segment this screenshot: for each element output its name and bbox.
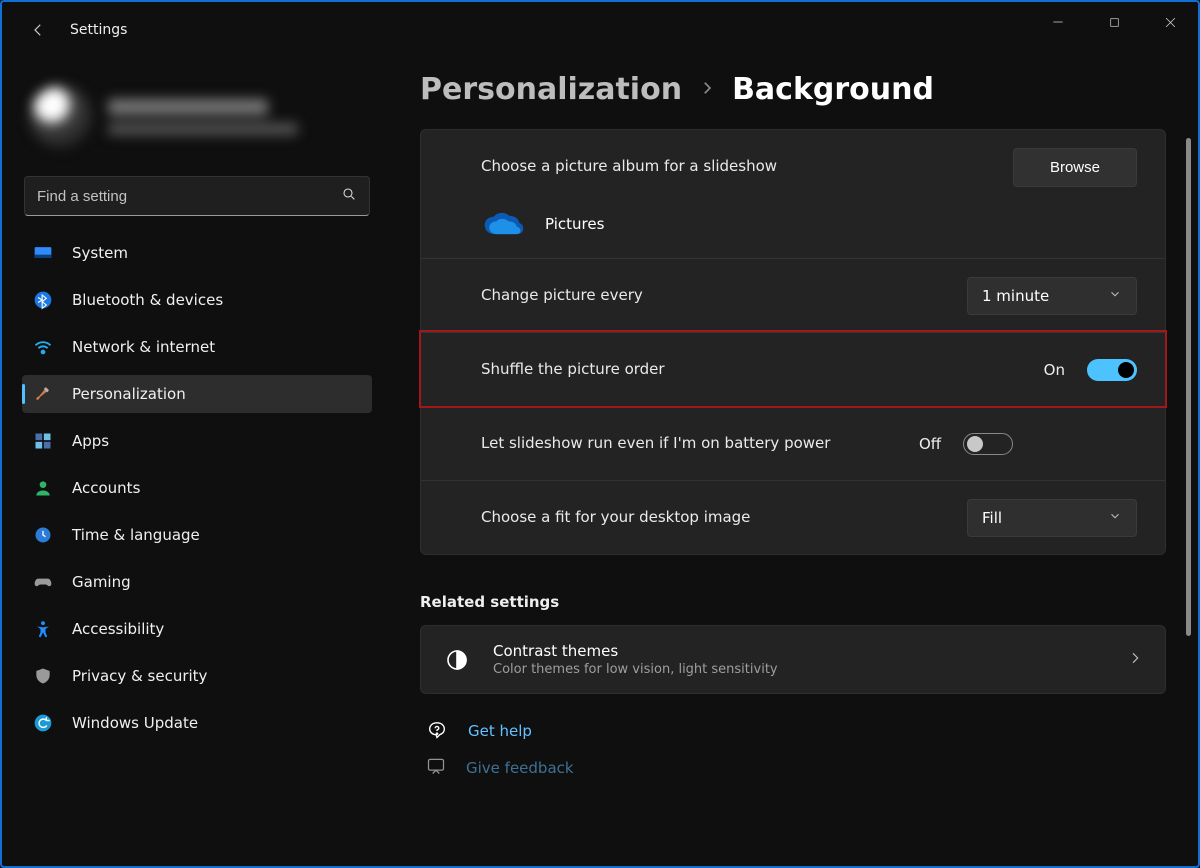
contrast-themes-link[interactable]: Contrast themes Color themes for low vis…: [420, 625, 1166, 694]
get-help-row[interactable]: Get help: [420, 720, 1166, 742]
paintbrush-icon: [32, 383, 54, 405]
feedback-link[interactable]: Give feedback: [466, 759, 574, 777]
row-label: Shuffle the picture order: [481, 359, 1026, 381]
shuffle-row: Shuffle the picture order On: [421, 332, 1165, 406]
sidebar-item-label: Gaming: [72, 573, 131, 591]
profile-email: [108, 123, 298, 135]
bluetooth-icon: [32, 289, 54, 311]
browse-button[interactable]: Browse: [1013, 148, 1137, 187]
search-box[interactable]: [24, 176, 370, 216]
sidebar-item-accessibility[interactable]: Accessibility: [22, 610, 372, 648]
background-settings-panel: Choose a picture album for a slideshow B…: [420, 129, 1166, 555]
give-feedback-row[interactable]: Give feedback: [420, 756, 1166, 780]
related-heading: Related settings: [420, 593, 1166, 611]
close-button[interactable]: [1142, 2, 1198, 42]
select-value: Fill: [982, 509, 1002, 527]
content-area: Personalization Background Choose a pict…: [392, 58, 1184, 866]
sidebar-item-privacy[interactable]: Privacy & security: [22, 657, 372, 695]
profile-name: [108, 99, 268, 115]
link-subtitle: Color themes for low vision, light sensi…: [493, 662, 1105, 677]
accessibility-icon: [32, 618, 54, 640]
back-button[interactable]: [22, 14, 54, 46]
breadcrumb-current: Background: [732, 72, 934, 107]
avatar: [30, 86, 92, 148]
sidebar-item-label: Accessibility: [72, 620, 164, 638]
battery-row: Let slideshow run even if I'm on battery…: [421, 406, 1165, 480]
shield-icon: [32, 665, 54, 687]
sidebar-item-network[interactable]: Network & internet: [22, 328, 372, 366]
scrollbar[interactable]: [1184, 58, 1198, 866]
sidebar: System Bluetooth & devices Network & int…: [2, 58, 392, 866]
help-link[interactable]: Get help: [468, 722, 532, 740]
chevron-right-icon: [698, 79, 716, 101]
sidebar-item-label: Windows Update: [72, 714, 198, 732]
scrollbar-thumb[interactable]: [1186, 138, 1191, 636]
window-title: Settings: [70, 22, 127, 38]
breadcrumb: Personalization Background: [420, 58, 1166, 125]
album-folder-row: Pictures: [421, 204, 1165, 258]
sidebar-item-label: Apps: [72, 432, 109, 450]
link-title: Contrast themes: [493, 642, 1105, 660]
gamepad-icon: [32, 571, 54, 593]
sidebar-item-update[interactable]: Windows Update: [22, 704, 372, 742]
onedrive-icon: [481, 210, 523, 238]
change-interval-row: Change picture every 1 minute: [421, 258, 1165, 332]
shuffle-toggle[interactable]: [1087, 359, 1137, 381]
select-value: 1 minute: [982, 287, 1049, 305]
fit-select[interactable]: Fill: [967, 499, 1137, 537]
interval-select[interactable]: 1 minute: [967, 277, 1137, 315]
row-label: Choose a picture album for a slideshow: [481, 156, 995, 178]
apps-icon: [32, 430, 54, 452]
sidebar-item-accounts[interactable]: Accounts: [22, 469, 372, 507]
sidebar-item-system[interactable]: System: [22, 234, 372, 272]
sidebar-item-label: Accounts: [72, 479, 140, 497]
sidebar-item-label: Time & language: [72, 526, 200, 544]
help-icon: [426, 720, 448, 742]
row-label: Change picture every: [481, 285, 949, 307]
sidebar-item-label: Privacy & security: [72, 667, 207, 685]
sidebar-item-label: Bluetooth & devices: [72, 291, 223, 309]
sidebar-item-label: System: [72, 244, 128, 262]
wifi-icon: [32, 336, 54, 358]
contrast-icon: [443, 646, 471, 674]
update-icon: [32, 712, 54, 734]
sidebar-item-time[interactable]: Time & language: [22, 516, 372, 554]
search-input[interactable]: [37, 188, 341, 205]
clock-icon: [32, 524, 54, 546]
title-bar: Settings: [2, 2, 1198, 58]
profile-section[interactable]: [22, 58, 372, 176]
sidebar-item-label: Network & internet: [72, 338, 215, 356]
feedback-icon: [426, 756, 446, 780]
row-label: Choose a fit for your desktop image: [481, 507, 949, 529]
toggle-state-label: Off: [919, 435, 941, 453]
sidebar-item-personalization[interactable]: Personalization: [22, 375, 372, 413]
chevron-down-icon: [1108, 287, 1122, 305]
breadcrumb-parent[interactable]: Personalization: [420, 72, 682, 107]
person-icon: [32, 477, 54, 499]
chevron-down-icon: [1108, 509, 1122, 527]
sidebar-item-bluetooth[interactable]: Bluetooth & devices: [22, 281, 372, 319]
minimize-button[interactable]: [1030, 2, 1086, 42]
row-label: Let slideshow run even if I'm on battery…: [481, 433, 901, 455]
battery-toggle[interactable]: [963, 433, 1013, 455]
display-icon: [32, 242, 54, 264]
sidebar-item-gaming[interactable]: Gaming: [22, 563, 372, 601]
fit-row: Choose a fit for your desktop image Fill: [421, 480, 1165, 554]
search-icon: [341, 186, 357, 206]
choose-album-row: Choose a picture album for a slideshow B…: [421, 130, 1165, 204]
toggle-state-label: On: [1044, 361, 1065, 379]
sidebar-item-label: Personalization: [72, 385, 186, 403]
sidebar-item-apps[interactable]: Apps: [22, 422, 372, 460]
maximize-button[interactable]: [1086, 2, 1142, 42]
album-folder-name: Pictures: [545, 215, 604, 233]
chevron-right-icon: [1127, 650, 1143, 670]
